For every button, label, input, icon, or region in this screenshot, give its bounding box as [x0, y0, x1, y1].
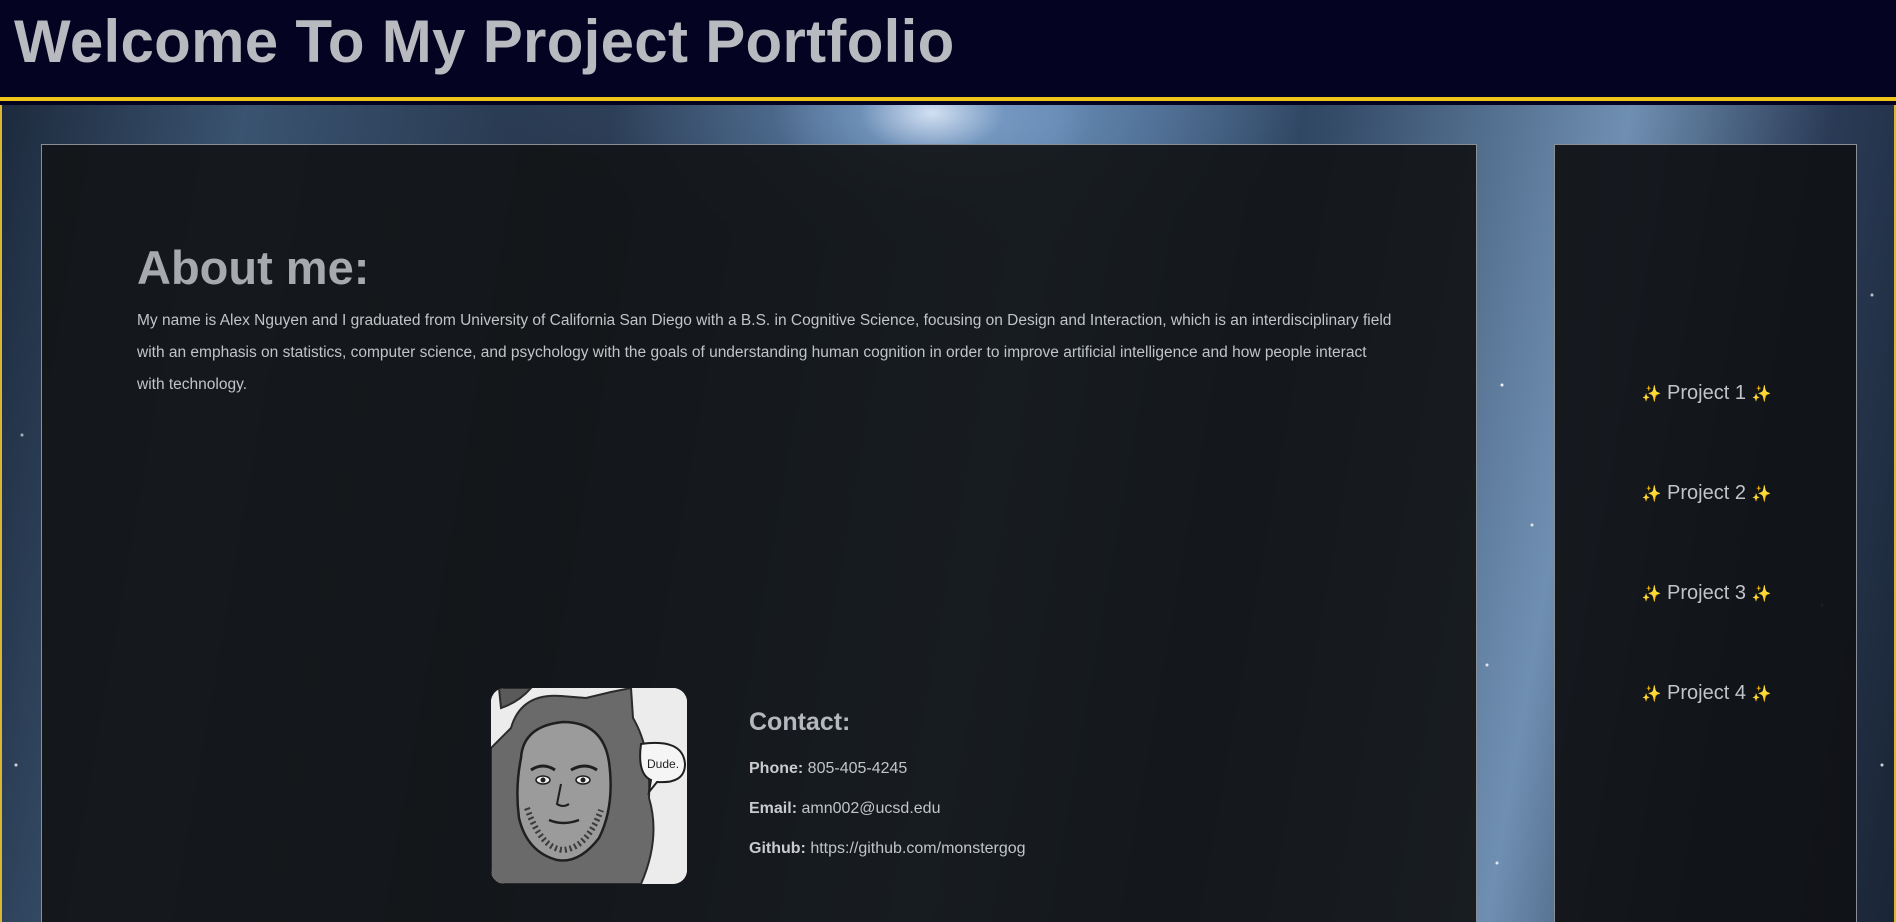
project-link-label: Project 2: [1667, 482, 1746, 504]
project-link-label: Project 3: [1667, 582, 1746, 604]
sparkle-icon: ✨: [1641, 386, 1662, 403]
email-value: amn002@ucsd.edu: [801, 800, 941, 817]
sparkle-icon: ✨: [1751, 386, 1772, 403]
avatar-image: Dude.: [491, 688, 687, 884]
sparkle-icon: ✨: [1751, 586, 1772, 603]
github-link[interactable]: https://github.com/monstergog: [810, 840, 1025, 857]
phone-row: Phone: 805-405-4245: [749, 759, 1026, 779]
phone-label: Phone:: [749, 760, 804, 777]
about-text: My name is Alex Nguyen and I graduated f…: [137, 312, 1392, 393]
about-title: About me:: [137, 241, 370, 294]
main-panel: About me: My name is Alex Nguyen and I g…: [41, 144, 1477, 922]
projects-sidebar: ✨ Project 1 ✨ ✨ Project 2 ✨ ✨ Project 3 …: [1554, 144, 1857, 922]
github-label: Github:: [749, 840, 806, 857]
contact-section: Contact: Phone: 805-405-4245 Email: amn0…: [749, 707, 1026, 879]
project-link-2[interactable]: ✨ Project 2 ✨: [1555, 481, 1858, 507]
project-link-1[interactable]: ✨ Project 1 ✨: [1555, 381, 1858, 407]
background-stage: About me: My name is Alex Nguyen and I g…: [0, 105, 1896, 922]
sparkle-icon: ✨: [1641, 686, 1662, 703]
project-link-4[interactable]: ✨ Project 4 ✨: [1555, 681, 1858, 707]
email-row: Email: amn002@ucsd.edu: [749, 799, 1026, 819]
github-row: Github: https://github.com/monstergog: [749, 839, 1026, 859]
project-link-label: Project 1: [1667, 382, 1746, 404]
sparkle-icon: ✨: [1751, 486, 1772, 503]
page-header: Welcome To My Project Portfolio: [0, 0, 1896, 101]
speech-bubble-text: Dude.: [647, 757, 679, 771]
email-label: Email:: [749, 800, 798, 817]
project-link-label: Project 4: [1667, 682, 1746, 704]
avatar-drawing: Dude.: [491, 688, 687, 884]
sparkle-icon: ✨: [1641, 586, 1662, 603]
phone-value: 805-405-4245: [807, 760, 908, 777]
page-title: Welcome To My Project Portfolio: [14, 8, 955, 75]
contact-title: Contact:: [749, 708, 851, 736]
sparkle-icon: ✨: [1751, 686, 1772, 703]
project-link-3[interactable]: ✨ Project 3 ✨: [1555, 581, 1858, 607]
sparkle-icon: ✨: [1641, 486, 1662, 503]
